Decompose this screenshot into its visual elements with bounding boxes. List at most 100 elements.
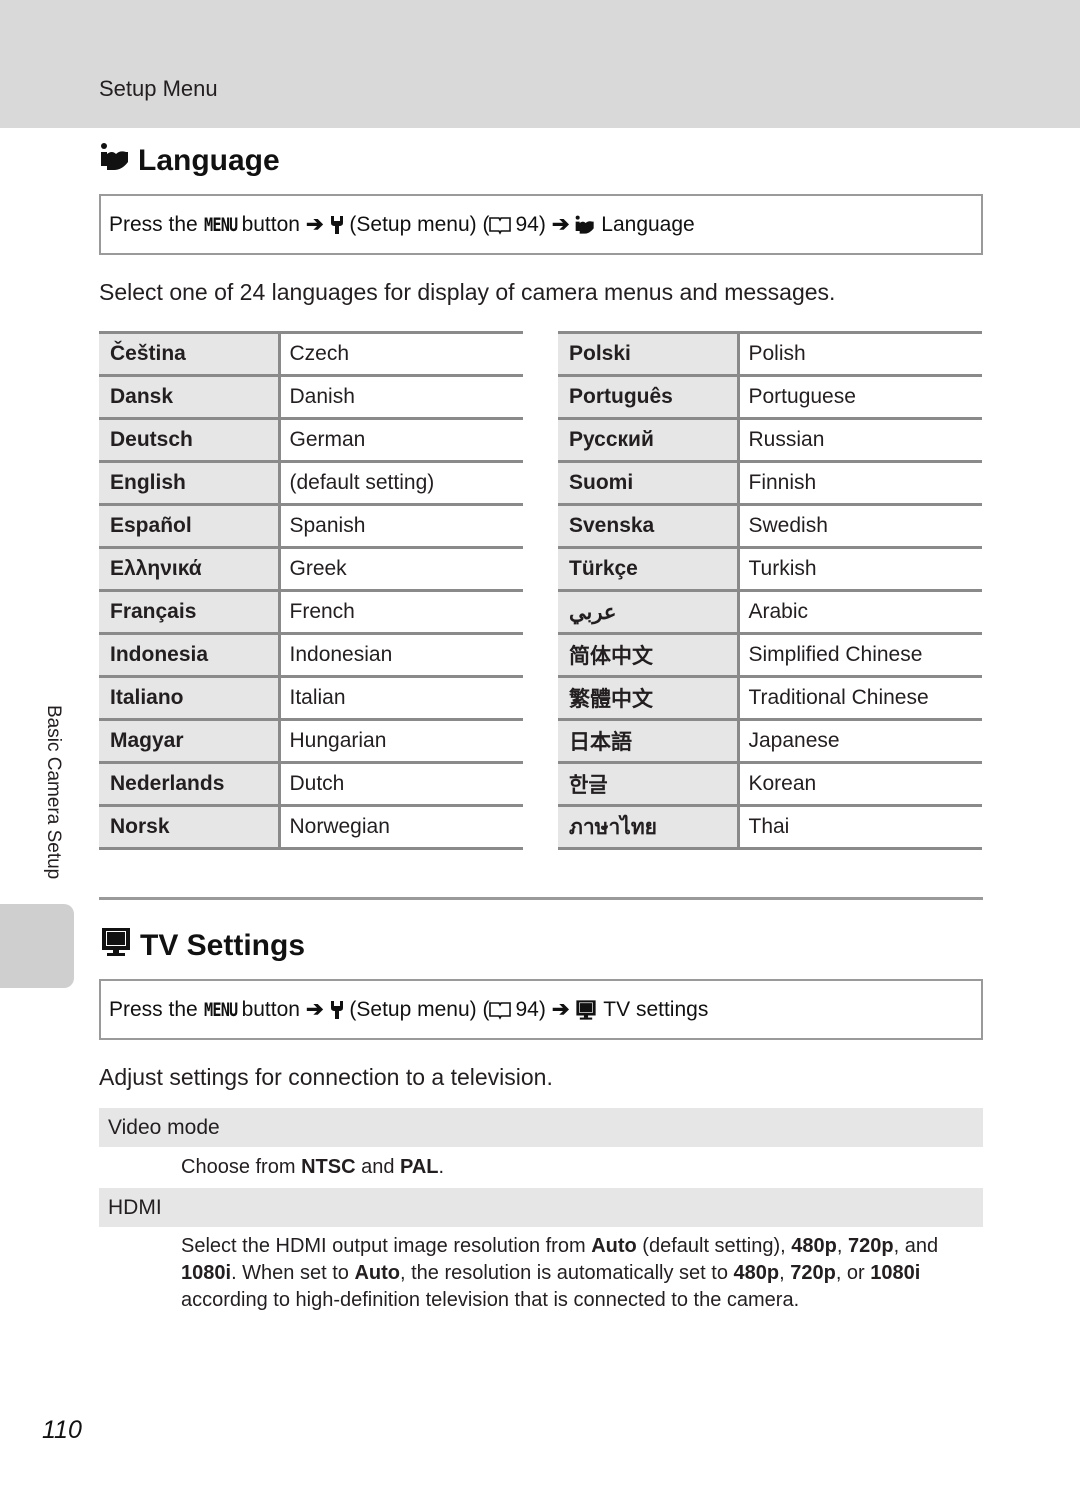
language-english-name: Finnish [738, 460, 982, 505]
language-native-name: Français [99, 589, 281, 634]
language-native-name: 日本語 [558, 718, 740, 763]
language-native-name: Magyar [99, 718, 281, 763]
tv-settings-heading: TV Settings [100, 926, 305, 966]
option-hdmi: HDMI [99, 1188, 983, 1227]
desc-text: Choose from [181, 1156, 302, 1178]
wrench-icon [330, 1000, 344, 1020]
desc-text: according to high-definition television … [181, 1289, 800, 1311]
desc-text: Select the HDMI output image resolution … [181, 1235, 592, 1257]
option-value: PAL [400, 1156, 439, 1178]
desc-text: , [836, 1235, 848, 1257]
option-value: 480p [791, 1235, 837, 1257]
language-english-name: Italian [279, 675, 523, 720]
language-row: عربي Arabic [558, 589, 982, 634]
language-title: Language [138, 144, 280, 177]
language-row: Français French [99, 589, 523, 634]
path-target: Language [601, 212, 695, 236]
language-row: Polski Polish [558, 331, 982, 376]
language-table-left: Čeština Czech Dansk Danish Deutsch German Engl… [99, 331, 523, 850]
desc-text: , [779, 1262, 791, 1284]
language-native-name: Polski [558, 331, 740, 376]
language-row: Norsk Norwegian [99, 804, 523, 850]
desc-text: and [355, 1156, 400, 1178]
language-native-name: Türkçe [558, 546, 740, 591]
language-row: Indonesia Indonesian [99, 632, 523, 677]
page-number: 110 [42, 1416, 82, 1444]
side-tab-label: Basic Camera Setup [43, 705, 64, 880]
menu-key-label: MENU [203, 998, 238, 1021]
language-native-name: Svenska [558, 503, 740, 548]
path-page-ref: 94) [515, 212, 546, 236]
path-page-ref: 94) [515, 997, 546, 1021]
language-native-name: Deutsch [99, 417, 281, 462]
language-english-name: Spanish [279, 503, 523, 548]
language-native-name: Ελληνικά [99, 546, 281, 591]
language-english-name: Danish [279, 374, 523, 419]
language-native-name: Čeština [99, 331, 281, 376]
language-english-name: Thai [738, 804, 982, 850]
language-english-name: Portuguese [738, 374, 982, 419]
path-setup-label: (Setup menu) ( [349, 212, 490, 236]
language-native-name: English [99, 460, 281, 505]
language-table-right: Polski Polish Português Portuguese Русский Ru… [558, 331, 982, 850]
language-native-name: ภาษาไทย [558, 804, 740, 850]
path-prefix: Press the [109, 997, 198, 1021]
option-value: 720p [847, 1235, 894, 1257]
language-native-name: عربي [558, 589, 740, 634]
option-value: Auto [591, 1235, 637, 1257]
language-english-name: Norwegian [279, 804, 523, 850]
arrow-icon: ➔ [551, 998, 570, 1021]
language-row: Nederlands Dutch [99, 761, 523, 806]
language-row: Deutsch German [99, 417, 523, 462]
option-value: 1080i [181, 1262, 232, 1284]
option-video-mode: Video mode [99, 1108, 983, 1147]
language-menu-path: Press the MENU button ➔ (Setup menu) ( 9… [99, 194, 983, 255]
desc-text: , and [893, 1235, 939, 1257]
language-native-name: Español [99, 503, 281, 548]
tv-icon [575, 999, 597, 1021]
language-row: 简体中文 Simplified Chinese [558, 632, 982, 677]
language-native-name: Italiano [99, 675, 281, 720]
language-native-name: 한글 [558, 761, 740, 806]
option-hdmi-desc: Select the HDMI output image resolution … [181, 1233, 981, 1314]
language-row: Svenska Swedish [558, 503, 982, 548]
language-icon [100, 142, 130, 180]
language-english-name: Czech [279, 331, 523, 376]
language-row: Türkçe Turkish [558, 546, 982, 591]
language-native-name: 简体中文 [558, 632, 740, 677]
path-button-word: button [241, 212, 300, 236]
language-row: Ελληνικά Greek [99, 546, 523, 591]
language-english-name: Indonesian [279, 632, 523, 677]
option-value: 480p [733, 1262, 780, 1284]
path-button-word: button [241, 997, 300, 1021]
language-english-name: Simplified Chinese [738, 632, 982, 677]
language-english-name: Korean [738, 761, 982, 806]
menu-key-label: MENU [203, 213, 238, 236]
side-tab[interactable] [0, 904, 74, 988]
desc-text: , or [835, 1262, 871, 1284]
wrench-icon [330, 215, 344, 235]
path-setup-label: (Setup menu) ( [349, 997, 490, 1021]
option-value: NTSC [301, 1156, 356, 1178]
book-icon [489, 1000, 512, 1020]
language-english-name: Traditional Chinese [738, 675, 982, 720]
language-row: 繁體中文 Traditional Chinese [558, 675, 982, 720]
language-native-name: Dansk [99, 374, 281, 419]
language-english-name: Japanese [738, 718, 982, 763]
language-native-name: Português [558, 374, 740, 419]
language-row: Čeština Czech [99, 331, 523, 376]
language-english-name: Turkish [738, 546, 982, 591]
tv-intro: Adjust settings for connection to a tele… [99, 1064, 553, 1090]
section-label: Setup Menu [99, 76, 218, 101]
section-divider [99, 897, 983, 900]
language-native-name: Suomi [558, 460, 740, 505]
tv-settings-title: TV Settings [140, 929, 306, 962]
language-row: Italiano Italian [99, 675, 523, 720]
desc-text: , the resolution is automatically set to [400, 1262, 734, 1284]
language-native-name: Nederlands [99, 761, 281, 806]
language-english-name: Hungarian [279, 718, 523, 763]
option-value: 1080i [870, 1262, 921, 1284]
language-row: Magyar Hungarian [99, 718, 523, 763]
tv-icon [100, 926, 132, 966]
language-english-name: Russian [738, 417, 982, 462]
